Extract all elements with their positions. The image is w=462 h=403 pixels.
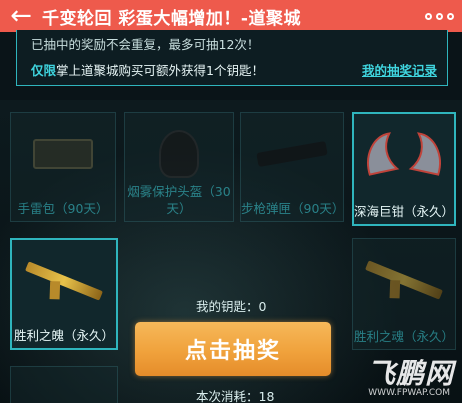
watermark-logo: 飞鹏网 bbox=[366, 357, 454, 390]
gold-rifle-image-2 bbox=[359, 245, 449, 315]
draw-button[interactable]: 点击抽奖 bbox=[135, 322, 331, 376]
pincers-image bbox=[360, 120, 448, 190]
draw-record-link[interactable]: 我的抽奖记录 bbox=[362, 60, 437, 79]
prize-label: 胜利之魂（永久） bbox=[353, 329, 454, 344]
grenade-pack-image bbox=[17, 119, 109, 189]
magazine-image bbox=[247, 119, 337, 189]
prize-card-grenade[interactable]: 手雷包（90天） bbox=[10, 112, 116, 222]
prize-card-helmet[interactable]: 烟雾保护头盔（30天） bbox=[124, 112, 234, 222]
info-bonus-highlight: 仅限 bbox=[31, 63, 57, 78]
watermark-url: WWW.FPWAP.COM bbox=[368, 388, 450, 398]
draw-cost: 本次消耗：18 bbox=[196, 389, 275, 403]
gold-rifle-image bbox=[18, 246, 110, 316]
prize-label: 深海巨钳（永久） bbox=[354, 204, 455, 219]
info-bonus-text: 仅限掌上道聚城购买可额外获得1个钥匙！ bbox=[31, 60, 264, 79]
key-count: 我的钥匙：0 bbox=[196, 299, 267, 314]
prize-card-victory-soul[interactable]: 胜利之魂（永久） bbox=[352, 238, 456, 350]
header-bar: ← 千变轮回 彩蛋大幅增加！-道聚城 bbox=[0, 0, 462, 32]
prize-card-partial-left[interactable] bbox=[10, 366, 118, 403]
back-arrow-icon[interactable]: ← bbox=[0, 0, 42, 32]
info-panel: 已抽中的奖励不会重复，最多可抽12次！ 仅限掌上道聚城购买可额外获得1个钥匙！ … bbox=[16, 30, 448, 86]
prize-label: 烟雾保护头盔（30天） bbox=[127, 184, 231, 216]
prize-label: 手雷包（90天） bbox=[17, 201, 109, 216]
info-bonus-rest: 掌上道聚城购买可额外获得1个钥匙！ bbox=[56, 63, 264, 78]
page-title: 千变轮回 彩蛋大幅增加！-道聚城 bbox=[42, 8, 301, 29]
prize-label: 步枪弹匣（90天） bbox=[241, 201, 344, 216]
more-dots-icon[interactable] bbox=[416, 12, 462, 20]
prize-card-pincers[interactable]: 深海巨钳（永久） bbox=[352, 112, 456, 226]
info-rule-text: 已抽中的奖励不会重复，最多可抽12次！ bbox=[31, 37, 260, 52]
prize-card-victory-spirit[interactable]: 胜利之魄（永久） bbox=[10, 238, 118, 350]
prize-label: 胜利之魄（永久） bbox=[13, 328, 114, 343]
helmet-image bbox=[131, 119, 227, 189]
prize-card-magazine[interactable]: 步枪弹匣（90天） bbox=[240, 112, 344, 222]
